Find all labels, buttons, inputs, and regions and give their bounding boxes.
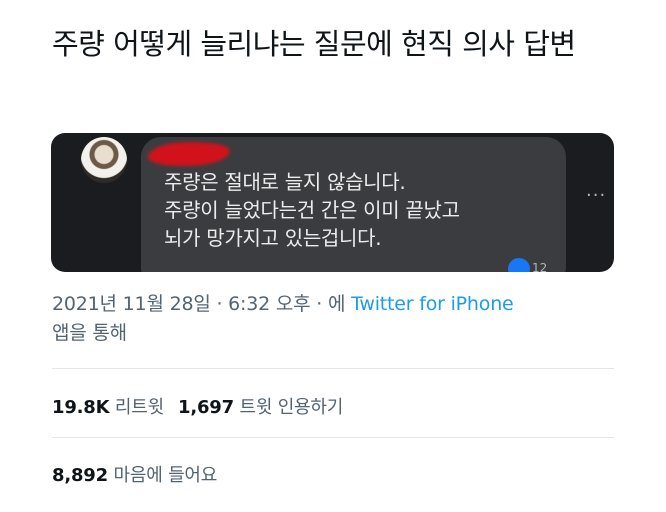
- via-prefix: 에: [327, 293, 352, 315]
- retweet-label: 리트윗: [114, 397, 164, 418]
- like-label: 마음에 들어요: [113, 465, 218, 486]
- divider: [52, 368, 614, 369]
- comment-line-3: 뇌가 망가지고 있는겁니다.: [164, 226, 382, 250]
- likes-stat[interactable]: 8,892 마음에 들어요: [52, 465, 217, 486]
- like-count: 8,892: [52, 465, 108, 486]
- source-link[interactable]: Twitter for iPhone: [351, 293, 514, 315]
- retweets-stat[interactable]: 19.8K 리트윗: [52, 397, 164, 418]
- via-suffix: 앱을 통해: [52, 322, 127, 344]
- comment-line-2: 주량이 늘었다는건 간은 이미 끝났고: [164, 198, 460, 222]
- embedded-screenshot[interactable]: 주량은 절대로 늘지 않습니다. 주량이 늘었다는건 간은 이미 끝났고뇌가 망가…: [51, 133, 614, 272]
- tweet-time[interactable]: 6:32 오후: [228, 293, 310, 315]
- quotes-stat[interactable]: 1,697 트윗 인용하기: [178, 397, 343, 418]
- retweet-stats-row: 19.8K 리트윗 1,697 트윗 인용하기: [52, 393, 343, 419]
- comment-line-1: 주량은 절대로 늘지 않습니다.: [164, 170, 406, 194]
- more-options-icon: ···: [586, 185, 607, 206]
- tweet-metadata: 2021년 11월 28일 · 6:32 오후 · 에 Twitter for …: [52, 290, 612, 348]
- tweet-text: 주량 어떻게 늘리냐는 질문에 현직 의사 답변: [52, 27, 576, 61]
- tweet-date[interactable]: 2021년 11월 28일: [52, 293, 211, 315]
- reaction-count: 12: [532, 261, 548, 272]
- likes-stats-row: 8,892 마음에 들어요: [52, 461, 217, 487]
- comment-text: 주량은 절대로 늘지 않습니다. 주량이 늘었다는건 간은 이미 끝났고뇌가 망가…: [164, 168, 564, 252]
- commenter-avatar: [81, 137, 127, 183]
- divider: [52, 437, 614, 438]
- meta-separator: ·: [210, 293, 229, 315]
- quote-label: 트윗 인용하기: [239, 397, 344, 418]
- meta-separator: ·: [310, 293, 328, 315]
- retweet-count: 19.8K: [52, 397, 110, 418]
- quote-count: 1,697: [178, 397, 234, 418]
